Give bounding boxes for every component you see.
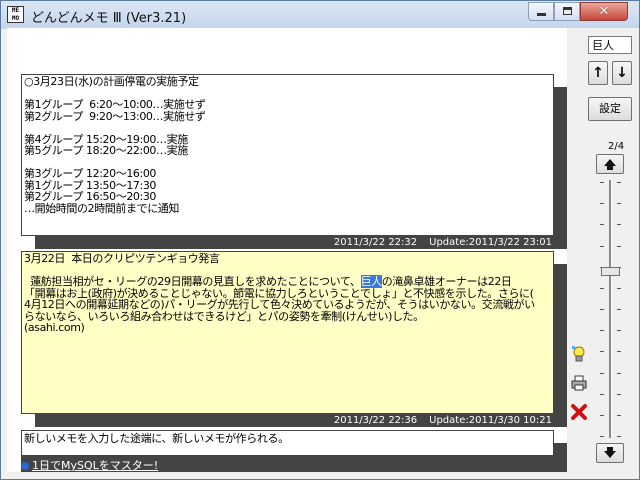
printer-icon: [571, 375, 587, 391]
slider-tick: [617, 394, 621, 395]
maximize-button[interactable]: [554, 2, 580, 21]
memo-meta-bar: 2011/3/22 22:32 Update:2011/3/22 23:01: [35, 236, 554, 249]
slider-tick: [600, 246, 604, 247]
slider-tick: [617, 182, 621, 183]
slider-tick: [617, 415, 621, 416]
print-button[interactable]: [570, 374, 588, 392]
memo-updated: Update:2011/3/30 10:21: [429, 415, 552, 426]
memo-updated: Update:2011/3/22 23:01: [429, 237, 552, 248]
slider-tick: [600, 351, 604, 352]
scroll-bottom-button[interactable]: [596, 443, 624, 463]
search-input[interactable]: [588, 36, 632, 54]
slider-tick: [600, 394, 604, 395]
slider-tick: [617, 436, 621, 437]
link-bullet-icon: [21, 462, 29, 470]
move-up-button[interactable]: ↑: [588, 61, 608, 85]
slider-tick: [600, 436, 604, 437]
slider-tick: [600, 224, 604, 225]
close-icon: ✕: [598, 4, 610, 19]
minimize-icon: [537, 13, 546, 16]
slider-thumb[interactable]: [601, 267, 620, 276]
slider-tick: [617, 246, 621, 247]
slider-tick: [617, 203, 621, 204]
memo-card-2[interactable]: 3月22日 本日のクリピツテンギョウ発言 蓮舫担当相がセ・リーグの29日開幕の見…: [21, 251, 554, 414]
slider-tick: [617, 309, 621, 310]
slider-tick: [617, 330, 621, 331]
triangle-up-icon: [604, 159, 616, 170]
title-bar[interactable]: ME MO どんどんメモ Ⅲ (Ver3.21) ✕: [1, 1, 639, 29]
slider-tick: [600, 288, 604, 289]
new-memo-text[interactable]: 新しいメモを入力した途端に、新しいメモが作られる。: [22, 431, 553, 445]
slider-tick: [617, 373, 621, 374]
memo-app-icon[interactable]: ME MO: [7, 6, 24, 23]
slider-track[interactable]: [609, 180, 612, 438]
move-down-button[interactable]: ↓: [612, 61, 632, 85]
slider-tick: [600, 415, 604, 416]
memo-text[interactable]: ○3月23日(水)の計画停電の実施予定 第1グループ 6:20～10:00…実施…: [22, 75, 553, 214]
settings-button[interactable]: 設定: [588, 97, 632, 121]
delete-button[interactable]: [570, 403, 588, 421]
minimize-button[interactable]: [528, 2, 554, 21]
memo-created: 2011/3/22 22:36: [333, 415, 418, 426]
slider-tick: [600, 182, 604, 183]
slider-tick: [617, 224, 621, 225]
memo-text-before: 3月22日 本日のクリピツテンギョウ発言 蓮舫担当相がセ・リーグの29日開幕の見…: [24, 252, 361, 288]
memo-meta-bar: 2011/3/22 22:36 Update:2011/3/30 10:21: [35, 414, 554, 427]
page-counter: 2/4: [608, 141, 625, 152]
slider-tick: [600, 309, 604, 310]
close-button[interactable]: ✕: [580, 2, 628, 21]
ad-link[interactable]: 1日でMySQLをマスター!: [21, 457, 158, 473]
light-bulb-icon: [572, 346, 585, 362]
red-x-icon: [571, 404, 587, 420]
maximize-icon: [563, 7, 572, 15]
new-memo-card[interactable]: 新しいメモを入力した途端に、新しいメモが作られる。: [21, 430, 554, 456]
window-title: どんどんメモ Ⅲ (Ver3.21): [31, 11, 187, 26]
new-memo-button[interactable]: [570, 345, 588, 363]
triangle-down-icon: [604, 447, 616, 458]
memo-card-1[interactable]: ○3月23日(水)の計画停電の実施予定 第1グループ 6:20～10:00…実施…: [21, 74, 554, 236]
slider-tick: [617, 351, 621, 352]
slider-tick: [617, 288, 621, 289]
memo-shadow: [554, 87, 568, 249]
slider-tick: [600, 203, 604, 204]
slider-tick: [600, 330, 604, 331]
scroll-top-button[interactable]: [596, 154, 624, 174]
memo-shadow: [554, 264, 568, 427]
memo-text[interactable]: 3月22日 本日のクリピツテンギョウ発言 蓮舫担当相がセ・リーグの29日開幕の見…: [22, 252, 553, 334]
memo-created: 2011/3/22 22:32: [333, 237, 418, 248]
slider-tick: [600, 373, 604, 374]
